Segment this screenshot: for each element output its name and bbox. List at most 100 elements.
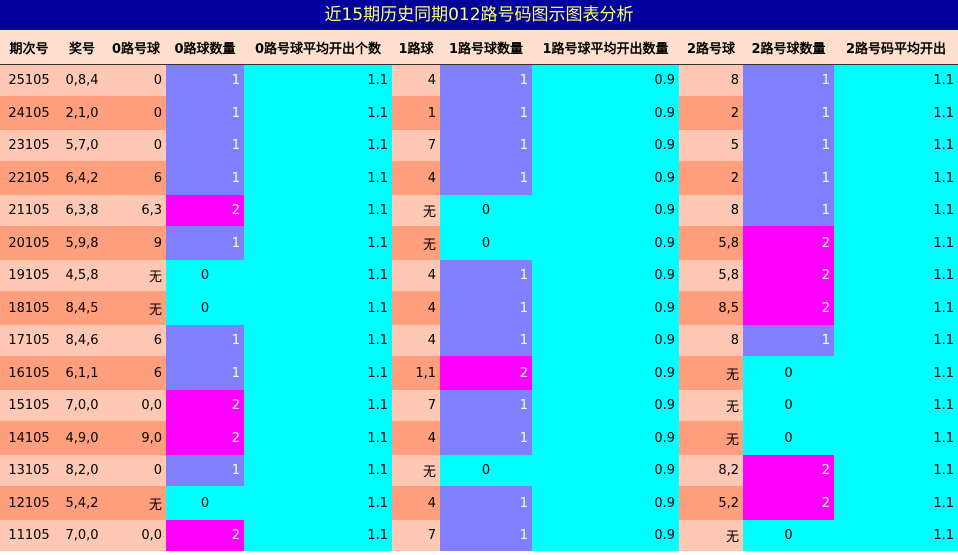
road-0-count-cell: 2	[166, 421, 244, 455]
road-2-average-cell: 1.1	[834, 390, 958, 421]
road-2-average-cell: 1.1	[834, 130, 958, 161]
road-2-average-cell: 1.1	[834, 325, 958, 356]
column-header: 0路球数量	[166, 30, 244, 65]
table-row: 25105 0,8,4 0 1 1.1 4 1 0.9 8 1 1.1	[0, 64, 958, 96]
road-1-numbers-cell: 7	[392, 520, 440, 551]
road-0-average-cell: 1.1	[244, 421, 392, 455]
road-0-numbers-cell: 0,0	[106, 520, 166, 551]
road-0-count-cell: 1	[166, 325, 244, 356]
road-0-numbers-cell: 无	[106, 260, 166, 291]
road-2-average-cell: 1.1	[834, 486, 958, 520]
road-0-average-cell: 1.1	[244, 356, 392, 390]
table-row: 21105 6,3,8 6,3 2 1.1 无 0 0.9 8 1 1.1	[0, 195, 958, 226]
road-2-count-cell: 1	[743, 64, 834, 96]
column-header: 1路球	[392, 30, 440, 65]
road-1-numbers-cell: 1,1	[392, 356, 440, 390]
road-2-numbers-cell: 无	[679, 421, 743, 455]
road-2-numbers-cell: 8	[679, 325, 743, 356]
period-cell: 22105	[0, 161, 58, 195]
road-1-average-cell: 0.9	[532, 226, 679, 260]
road-0-count-cell: 1	[166, 161, 244, 195]
road-1-numbers-cell: 7	[392, 130, 440, 161]
prize-number-cell: 5,9,8	[58, 226, 106, 260]
prize-number-cell: 5,7,0	[58, 130, 106, 161]
column-header: 2路号球数量	[743, 30, 834, 65]
road-1-average-cell: 0.9	[532, 64, 679, 96]
period-cell: 13105	[0, 455, 58, 486]
table-row: 17105 8,4,6 6 1 1.1 4 1 0.9 8 1 1.1	[0, 325, 958, 356]
column-header: 1路号球平均开出数量	[532, 30, 679, 65]
column-header: 0路号球	[106, 30, 166, 65]
period-cell: 15105	[0, 390, 58, 421]
road-1-numbers-cell: 无	[392, 195, 440, 226]
road-1-numbers-cell: 4	[392, 421, 440, 455]
road-2-count-cell: 1	[743, 96, 834, 130]
road-0-average-cell: 1.1	[244, 325, 392, 356]
road-2-count-cell: 0	[743, 390, 834, 421]
road-1-numbers-cell: 4	[392, 64, 440, 96]
road-0-count-cell: 1	[166, 96, 244, 130]
column-header: 2路号球	[679, 30, 743, 65]
road-1-average-cell: 0.9	[532, 455, 679, 486]
road-0-average-cell: 1.1	[244, 455, 392, 486]
road-0-numbers-cell: 0	[106, 96, 166, 130]
road-1-count-cell: 1	[440, 64, 532, 96]
road-1-average-cell: 0.9	[532, 161, 679, 195]
road-1-count-cell: 1	[440, 486, 532, 520]
road-2-numbers-cell: 8,5	[679, 291, 743, 325]
period-cell: 25105	[0, 64, 58, 96]
analysis-table: 期次号 奖号 0路号球 0路球数量 0路号球平均开出个数 1路球 1路号球数量 1路号球平均开…	[0, 30, 958, 551]
road-2-numbers-cell: 5,8	[679, 260, 743, 291]
road-2-numbers-cell: 2	[679, 96, 743, 130]
road-0-numbers-cell: 6	[106, 325, 166, 356]
road-2-numbers-cell: 无	[679, 390, 743, 421]
road-2-average-cell: 1.1	[834, 356, 958, 390]
prize-number-cell: 6,1,1	[58, 356, 106, 390]
table-row: 24105 2,1,0 0 1 1.1 1 1 0.9 2 1 1.1	[0, 96, 958, 130]
road-0-numbers-cell: 无	[106, 486, 166, 520]
period-cell: 21105	[0, 195, 58, 226]
road-1-count-cell: 0	[440, 195, 532, 226]
road-0-average-cell: 1.1	[244, 64, 392, 96]
road-0-average-cell: 1.1	[244, 161, 392, 195]
road-2-numbers-cell: 2	[679, 161, 743, 195]
road-1-count-cell: 1	[440, 291, 532, 325]
road-1-count-cell: 1	[440, 325, 532, 356]
road-0-count-cell: 1	[166, 64, 244, 96]
table-row: 20105 5,9,8 9 1 1.1 无 0 0.9 5,8 2 1.1	[0, 226, 958, 260]
road-0-numbers-cell: 6	[106, 161, 166, 195]
road-2-count-cell: 1	[743, 325, 834, 356]
period-cell: 17105	[0, 325, 58, 356]
road-0-numbers-cell: 0,0	[106, 390, 166, 421]
road-1-average-cell: 0.9	[532, 291, 679, 325]
road-2-numbers-cell: 8	[679, 64, 743, 96]
table-row: 19105 4,5,8 无 0 1.1 4 1 0.9 5,8 2 1.1	[0, 260, 958, 291]
road-2-average-cell: 1.1	[834, 161, 958, 195]
road-2-average-cell: 1.1	[834, 520, 958, 551]
road-1-count-cell: 1	[440, 421, 532, 455]
road-0-average-cell: 1.1	[244, 195, 392, 226]
road-2-average-cell: 1.1	[834, 195, 958, 226]
road-0-count-cell: 1	[166, 455, 244, 486]
road-1-average-cell: 0.9	[532, 486, 679, 520]
period-cell: 18105	[0, 291, 58, 325]
road-1-average-cell: 0.9	[532, 96, 679, 130]
table-row: 15105 7,0,0 0,0 2 1.1 7 1 0.9 无 0 1.1	[0, 390, 958, 421]
road-2-numbers-cell: 无	[679, 520, 743, 551]
road-0-numbers-cell: 0	[106, 64, 166, 96]
road-2-count-cell: 1	[743, 195, 834, 226]
road-0-count-cell: 1	[166, 226, 244, 260]
page-title: 近15期历史同期012路号码图示图表分析	[0, 0, 958, 30]
road-0-average-cell: 1.1	[244, 130, 392, 161]
road-1-average-cell: 0.9	[532, 390, 679, 421]
column-header: 奖号	[58, 30, 106, 65]
road-1-count-cell: 0	[440, 226, 532, 260]
road-2-count-cell: 2	[743, 260, 834, 291]
road-2-count-cell: 1	[743, 130, 834, 161]
road-0-numbers-cell: 6	[106, 356, 166, 390]
road-2-numbers-cell: 8	[679, 195, 743, 226]
road-0-average-cell: 1.1	[244, 291, 392, 325]
road-1-count-cell: 1	[440, 161, 532, 195]
road-1-average-cell: 0.9	[532, 130, 679, 161]
road-1-numbers-cell: 4	[392, 260, 440, 291]
